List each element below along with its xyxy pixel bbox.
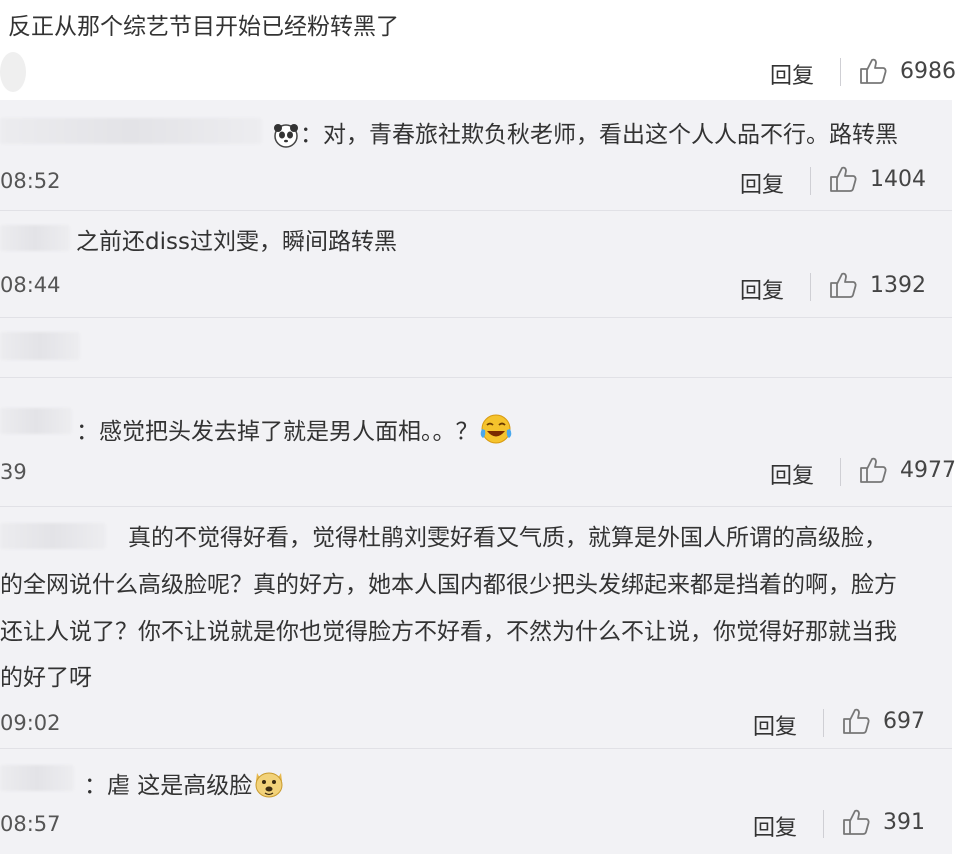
reply-button[interactable]: 回复 [740, 167, 784, 199]
divider [840, 58, 841, 86]
reply-button[interactable]: 回复 [753, 709, 797, 741]
reply-text-content: ：对，青春旅社欺负秋老师，看出这个人人品不行。路转黑 [300, 122, 898, 148]
divider [0, 317, 952, 318]
reply-text-content: ：虐 这是高级脸 [84, 773, 253, 799]
thumbs-up-icon [860, 58, 887, 84]
reply-item: 真的不觉得好看，觉得杜鹃刘雯好看又气质，就算是外国人所谓的高级脸， 的全网说什么… [0, 507, 952, 747]
reply-text: ：虐 这是高级脸 [84, 767, 286, 805]
thumbs-up-icon [860, 457, 887, 483]
like-button[interactable]: 4977 [858, 455, 956, 485]
reply-text-line: 真的不觉得好看，觉得杜鹃刘雯好看又气质，就算是外国人所谓的高级脸， [128, 525, 887, 551]
blurred-username [0, 225, 70, 251]
thumbs-up-icon [830, 166, 857, 192]
like-button[interactable]: 1392 [828, 270, 926, 300]
like-count: 4977 [900, 457, 956, 483]
like-button[interactable]: 697 [841, 706, 925, 736]
reply-item: ：感觉把头发去掉了就是男人面相。。？ 39 回复 4977 [0, 378, 956, 496]
timestamp: 08:52 [0, 169, 61, 193]
blurred-username [0, 765, 74, 791]
reply-button[interactable]: 回复 [740, 273, 784, 305]
reply-text: ：对，青春旅社欺负秋老师，看出这个人人品不行。路转黑 [272, 122, 898, 154]
thumbs-up-icon [843, 708, 870, 734]
blurred-username [0, 408, 72, 434]
timestamp: 09:02 [0, 711, 61, 735]
avatar[interactable] [0, 52, 26, 92]
panda-icon [272, 122, 300, 154]
like-count: 6986 [900, 58, 956, 84]
reply-button[interactable]: 回复 [770, 458, 814, 490]
timestamp: 08:57 [0, 812, 61, 836]
like-count: 391 [883, 809, 925, 835]
like-button[interactable]: 6986 [858, 56, 956, 86]
like-button[interactable]: 391 [841, 807, 925, 837]
thumbs-up-icon [843, 809, 870, 835]
reply-button[interactable]: 回复 [770, 58, 814, 90]
reply-text-line: 的全网说什么高级脸呢？真的好方，她本人国内都很少把头发绑起来都是挡着的啊，脸方 [0, 572, 897, 598]
doge-icon [252, 767, 286, 805]
reply-button[interactable]: 回复 [753, 810, 797, 842]
reply-text: 之前还diss过刘雯，瞬间路转黑 [76, 229, 397, 255]
like-button[interactable]: 1404 [828, 164, 926, 194]
divider [840, 458, 841, 486]
blurred-username [0, 523, 106, 549]
reply-list: ：对，青春旅社欺负秋老师，看出这个人人品不行。路转黑 08:52 回复 1404… [0, 100, 956, 854]
divider [823, 810, 824, 838]
reply-text: ：感觉把头发去掉了就是男人面相。。？ [76, 413, 513, 451]
reply-text-line: 还让人说了？你不让说就是你也觉得脸方不好看，不然为什么不让说，你觉得好那就当我 [0, 619, 897, 645]
reply-item: ：对，青春旅社欺负秋老师，看出这个人人品不行。路转黑 08:52 回复 1404 [0, 100, 952, 210]
reply-text-content: ：感觉把头发去掉了就是男人面相。。？ [76, 419, 479, 445]
thumbs-up-icon [830, 272, 857, 298]
blurred-username [0, 332, 80, 360]
main-comment-text: 反正从那个综艺节目开始已经粉转黑了 [8, 14, 399, 40]
timestamp: 39 [0, 460, 27, 484]
reply-item: 之前还diss过刘雯，瞬间路转黑 08:44 回复 1392 [0, 211, 952, 317]
reply-text-line: 的好了呀 [0, 665, 92, 691]
timestamp: 08:44 [0, 273, 61, 297]
divider [823, 709, 824, 737]
divider [810, 167, 811, 195]
like-count: 1392 [870, 272, 926, 298]
laugh-cry-icon [479, 413, 513, 451]
main-comment: 反正从那个综艺节目开始已经粉转黑了 回复 6986 [0, 0, 960, 100]
reply-item: ：虐 这是高级脸 08:57 回复 391 [0, 749, 952, 854]
blurred-username [0, 118, 262, 144]
divider [810, 273, 811, 301]
like-count: 697 [883, 708, 925, 734]
like-count: 1404 [870, 166, 926, 192]
